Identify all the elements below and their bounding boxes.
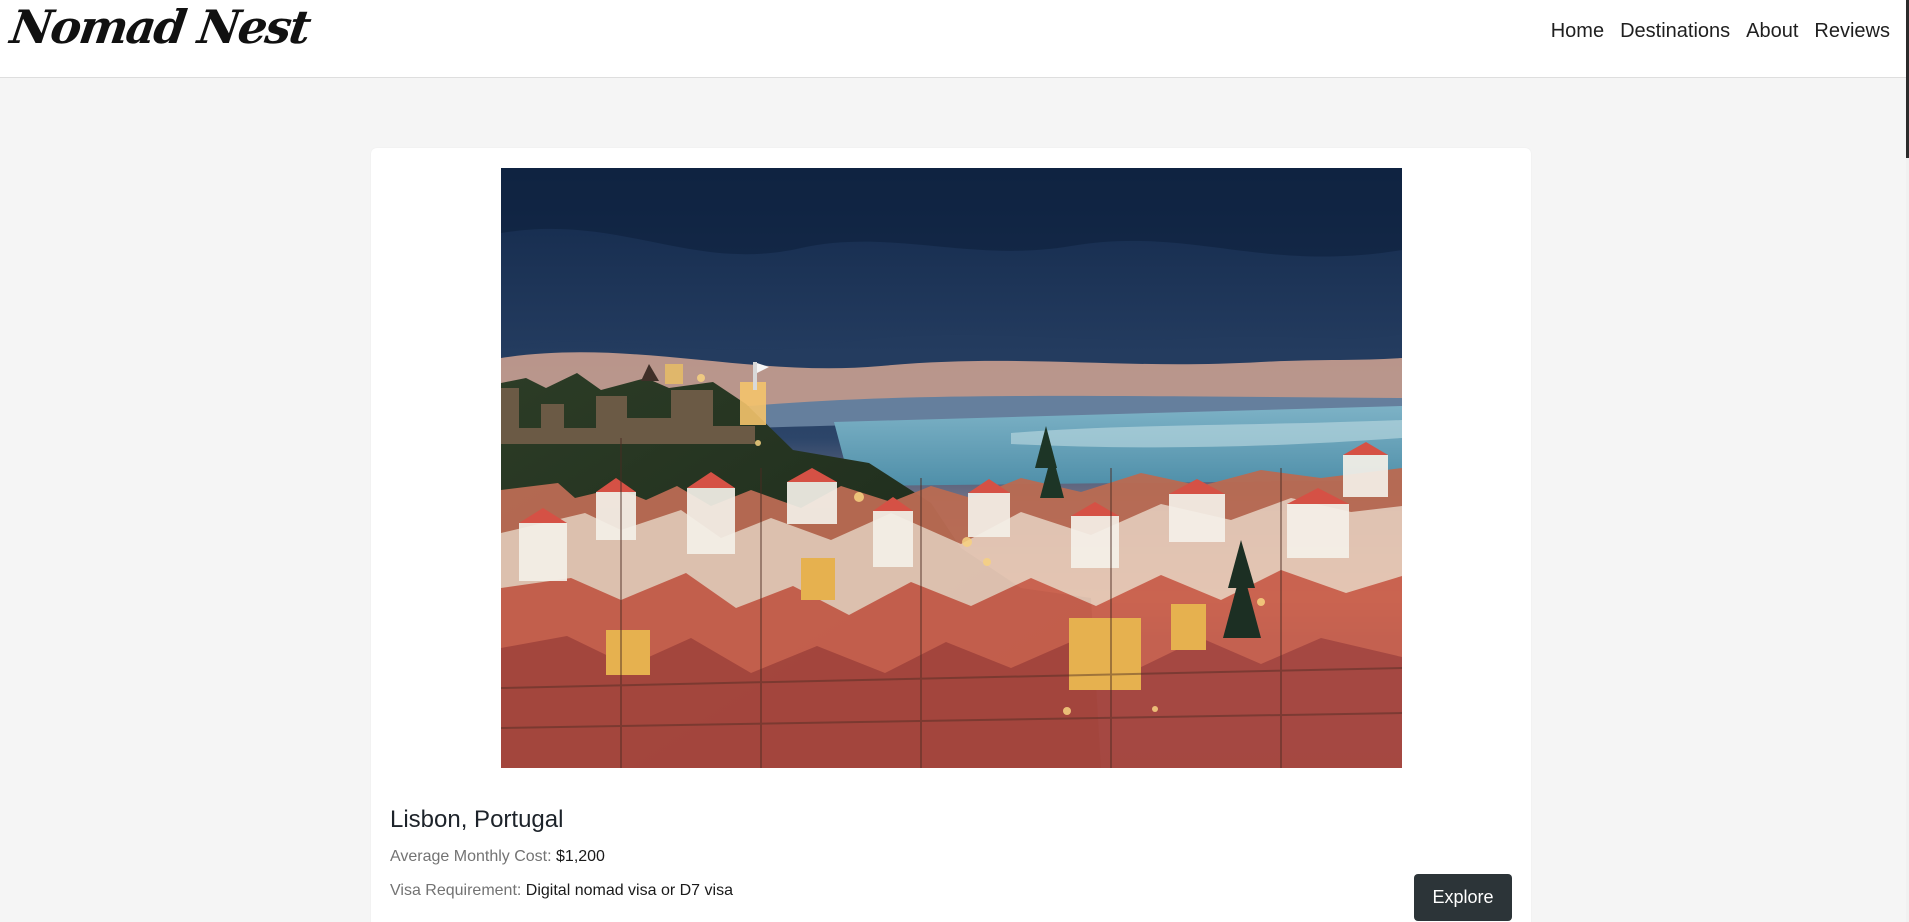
average-monthly-cost-label: Average Monthly Cost: [390,848,552,865]
visa-requirement-label: Visa Requirement: [390,882,522,899]
top-navigation-bar: Nomad Nest Home Destinations About Revie… [0,0,1909,78]
nav-link-destinations[interactable]: Destinations [1620,19,1730,43]
average-monthly-cost-value: $1,200 [556,848,605,865]
destination-image [501,168,1402,768]
visa-requirement-value: Digital nomad visa or D7 visa [525,882,733,899]
main-navigation: Home Destinations About Reviews [1551,19,1890,43]
nav-link-about[interactable]: About [1746,19,1798,43]
visa-requirement: Visa Requirement: Digital nomad visa or … [390,881,733,901]
page: Nomad Nest Home Destinations About Revie… [0,0,1909,922]
destination-title: Lisbon, Portugal [390,806,564,833]
destination-card: Lisbon, Portugal Average Monthly Cost: $… [371,148,1531,922]
average-monthly-cost: Average Monthly Cost: $1,200 [390,847,605,867]
explore-button[interactable]: Explore [1414,874,1512,921]
nav-link-reviews[interactable]: Reviews [1814,19,1890,43]
brand-logo[interactable]: Nomad Nest [7,0,312,54]
nav-link-home[interactable]: Home [1551,19,1604,43]
lisbon-cityscape-illustration [501,168,1402,768]
